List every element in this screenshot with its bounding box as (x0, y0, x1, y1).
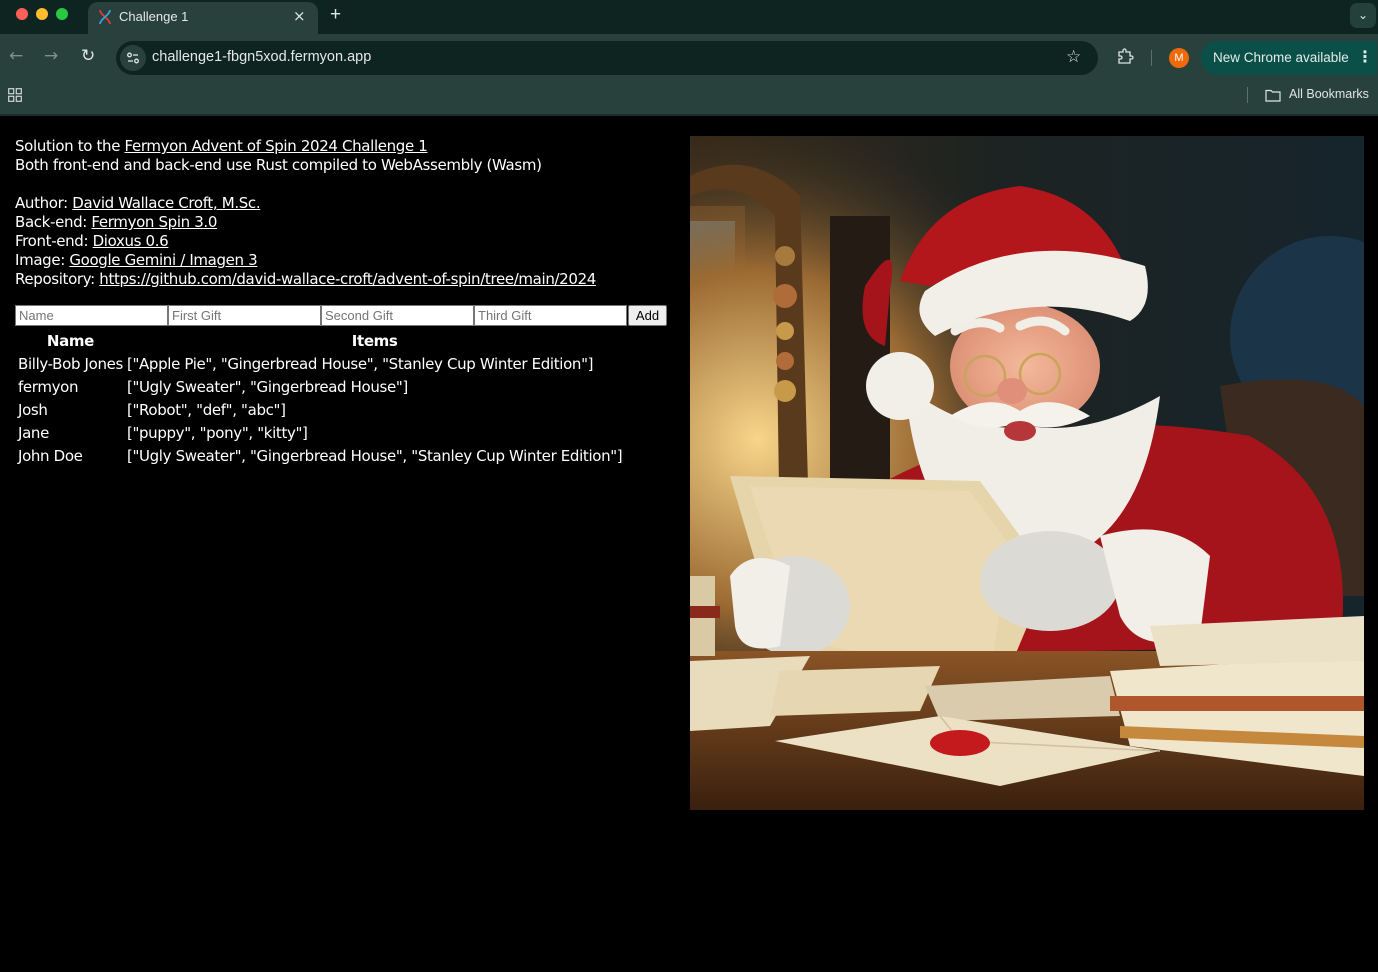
new-chrome-available-button[interactable]: New Chrome available ⋮ (1201, 41, 1377, 75)
credit-label: Back-end: (15, 213, 92, 231)
reload-icon[interactable]: ↻ (81, 46, 95, 66)
items-column-header: Items (351, 331, 398, 350)
backend-link[interactable]: Fermyon Spin 3.0 (91, 213, 217, 231)
second-gift-input[interactable] (321, 305, 474, 326)
table-row: Jane ["puppy", "pony", "kitty"] (17, 422, 623, 443)
chevron-down-icon[interactable]: ⌄ (1350, 3, 1376, 28)
santa-illustration (690, 136, 1364, 810)
apps-grid-icon[interactable] (8, 88, 22, 102)
window-minimize-button[interactable] (36, 8, 48, 20)
wishlist-form: Add (15, 305, 667, 326)
credit-backend: Back-end: Fermyon Spin 3.0 (15, 213, 675, 232)
third-gift-input[interactable] (474, 305, 627, 326)
credit-author: Author: David Wallace Croft, M.Sc. (15, 194, 675, 213)
window-zoom-button[interactable] (56, 8, 68, 20)
tune-icon (127, 52, 139, 64)
site-info-button[interactable] (120, 45, 146, 71)
credit-image: Image: Google Gemini / Imagen 3 (15, 251, 675, 270)
table-row: Billy-Bob Jones ["Apple Pie", "Gingerbre… (17, 353, 623, 374)
row-name: Billy-Bob Jones (18, 354, 123, 373)
address-bar[interactable]: challenge1-fbgn5xod.fermyon.app ☆ (116, 41, 1098, 75)
kebab-menu-icon[interactable]: ⋮ (1357, 47, 1373, 66)
santa-image (690, 136, 1364, 810)
close-tab-icon[interactable]: × (293, 7, 306, 25)
image-link[interactable]: Google Gemini / Imagen 3 (69, 251, 257, 269)
fermyon-dna-icon (99, 9, 111, 25)
table-row: Josh ["Robot", "def", "abc"] (17, 399, 623, 420)
intro-prefix: Solution to the (15, 137, 125, 155)
new-tab-icon[interactable]: + (330, 4, 341, 26)
repository-link[interactable]: https://github.com/david-wallace-croft/a… (99, 270, 596, 288)
folder-icon (1265, 89, 1281, 102)
add-button[interactable]: Add (628, 305, 667, 326)
author-link[interactable]: David Wallace Croft, M.Sc. (72, 194, 260, 212)
row-name: John Doe (18, 446, 83, 465)
table-header-row: Name Items (17, 330, 623, 351)
row-items: ["Robot", "def", "abc"] (126, 400, 286, 419)
frontend-link[interactable]: Dioxus 0.6 (93, 232, 169, 250)
all-bookmarks-link[interactable]: All Bookmarks (1289, 87, 1369, 101)
first-gift-input[interactable] (168, 305, 321, 326)
intro-subtitle: Both front-end and back-end use Rust com… (15, 156, 542, 174)
tab-title: Challenge 1 (119, 9, 189, 24)
toolbar-divider (1151, 50, 1152, 66)
bookmark-star-icon[interactable]: ☆ (1066, 47, 1081, 67)
name-column-header: Name (46, 331, 95, 350)
row-name: Jane (18, 423, 49, 442)
forward-arrow-icon[interactable]: → (44, 46, 58, 66)
credit-label: Repository: (15, 270, 100, 288)
credit-label: Front-end: (15, 232, 93, 250)
row-items: ["Apple Pie", "Gingerbread House", "Stan… (126, 354, 594, 373)
update-label: New Chrome available (1213, 50, 1349, 65)
name-input[interactable] (15, 305, 168, 326)
bookmarks-divider (1247, 87, 1248, 103)
table-row: fermyon ["Ugly Sweater", "Gingerbread Ho… (17, 376, 623, 397)
row-items: ["Ugly Sweater", "Gingerbread House"] (126, 377, 408, 396)
row-name: Josh (18, 400, 48, 419)
credit-label: Author: (15, 194, 73, 212)
challenge-link[interactable]: Fermyon Advent of Spin 2024 Challenge 1 (125, 137, 428, 155)
row-items: ["puppy", "pony", "kitty"] (126, 423, 308, 442)
row-items: ["Ugly Sweater", "Gingerbread House", "S… (126, 446, 623, 465)
profile-avatar[interactable]: M (1169, 48, 1189, 68)
intro-section: Solution to the Fermyon Advent of Spin 2… (15, 137, 675, 289)
row-name: fermyon (18, 377, 79, 396)
tab-strip: Challenge 1 × + ⌄ (0, 0, 1378, 34)
credit-label: Image: (15, 251, 70, 269)
chrome-divider (0, 114, 1378, 116)
credit-repository: Repository: https://github.com/david-wal… (15, 270, 675, 289)
back-arrow-icon[interactable]: ← (9, 46, 23, 66)
credit-frontend: Front-end: Dioxus 0.6 (15, 232, 675, 251)
extensions-puzzle-icon[interactable] (1116, 48, 1134, 66)
browser-toolbar: ← → ↻ challenge1-fbgn5xod.fermyon.app ☆ … (0, 34, 1378, 114)
wishlist-table: Name Items Billy-Bob Jones ["Apple Pie",… (15, 328, 625, 468)
intro-line: Solution to the Fermyon Advent of Spin 2… (15, 137, 675, 156)
tab-challenge-1[interactable]: Challenge 1 × (88, 2, 318, 34)
window-close-button[interactable] (16, 8, 28, 20)
table-row: John Doe ["Ugly Sweater", "Gingerbread H… (17, 445, 623, 466)
url-text[interactable]: challenge1-fbgn5xod.fermyon.app (152, 49, 371, 65)
